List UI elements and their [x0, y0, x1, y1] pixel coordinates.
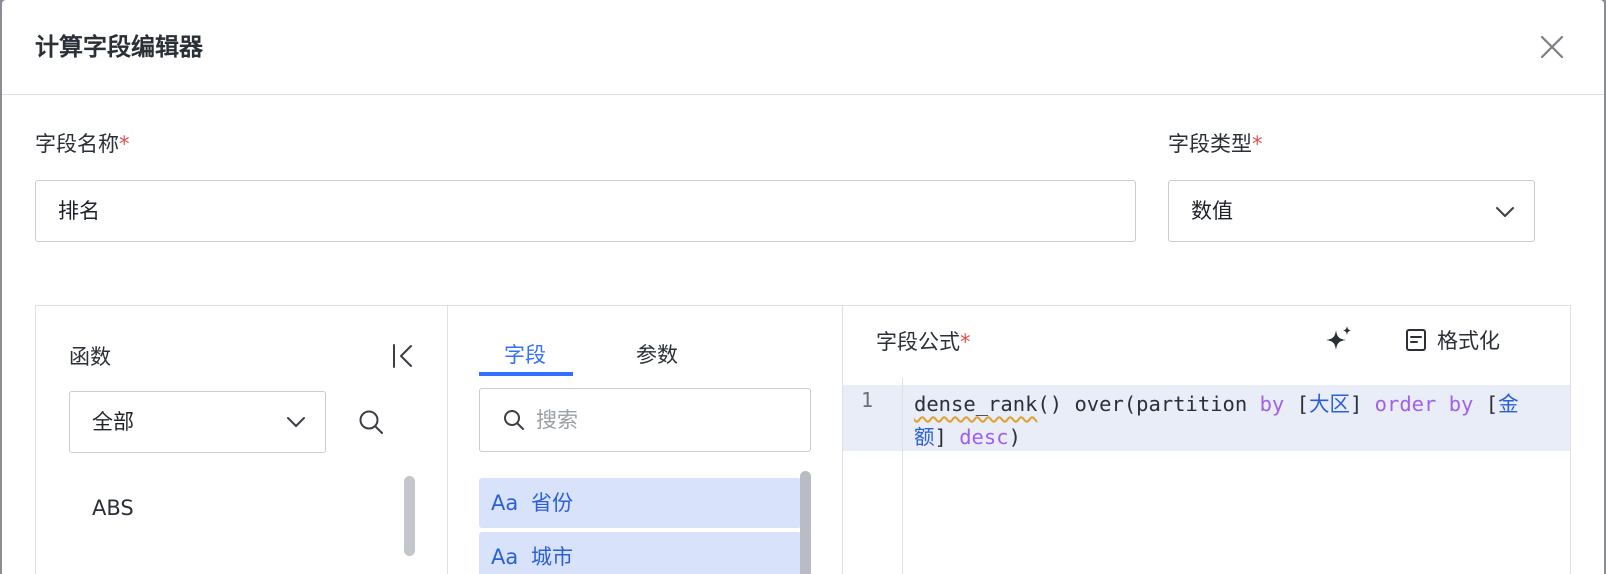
function-title: 函数 [69, 345, 111, 369]
field-list-scrollbar[interactable] [800, 471, 811, 574]
formula-code[interactable]: dense_rank() over(partition by [大区] orde… [914, 388, 1544, 454]
function-item[interactable]: ABS [92, 496, 134, 520]
code-text: ] [1349, 392, 1375, 416]
required-mark: * [119, 132, 130, 156]
text-type-icon: Aa [491, 491, 519, 515]
chevron-down-icon [287, 417, 305, 427]
code-keyword: by [1448, 392, 1474, 416]
line-number: 1 [861, 388, 874, 412]
code-field-ref: 大区 [1308, 392, 1350, 416]
field-name-label: 字段名称* [35, 129, 130, 159]
required-mark: * [1252, 132, 1263, 156]
tab-fields[interactable]: 字段 [504, 339, 546, 369]
document-format-icon [1406, 329, 1426, 351]
field-name-label-text: 字段名称 [35, 132, 119, 156]
formula-column: 字段公式* 格式化 1 dense_rank() over(partition … [843, 306, 1570, 574]
field-item-province[interactable]: Aa 省份 [479, 478, 801, 528]
search-icon[interactable] [357, 408, 385, 436]
field-type-select[interactable]: 数值 [1168, 180, 1535, 242]
sparkle-ai-icon[interactable] [1323, 324, 1355, 356]
code-text: () over(partition [1037, 392, 1260, 416]
chevron-down-icon [1496, 207, 1514, 217]
close-icon[interactable] [1537, 32, 1567, 62]
field-search-input[interactable]: 搜索 [479, 388, 811, 452]
collapse-panel-icon[interactable] [391, 342, 417, 370]
text-type-icon: Aa [491, 545, 519, 569]
field-type-value: 数值 [1191, 199, 1233, 223]
code-text: ) [1008, 425, 1021, 449]
code-text: ] [934, 425, 960, 449]
code-function: dense_rank [914, 392, 1038, 416]
formula-title: 字段公式* [876, 326, 971, 356]
tab-parameters[interactable]: 参数 [636, 339, 678, 369]
required-mark: * [960, 330, 971, 354]
field-type-label-text: 字段类型 [1168, 132, 1252, 156]
search-icon [504, 410, 524, 430]
calculated-field-dialog: 计算字段编辑器 字段名称* 排名 字段类型* 数值 函数 全部 ABS 字段 参… [2, 0, 1604, 574]
code-text: [ [1284, 392, 1309, 416]
active-tab-indicator [479, 372, 573, 376]
format-button[interactable]: 格式化 [1405, 325, 1500, 357]
line-number-gutter: 1 [843, 378, 903, 574]
dialog-title: 计算字段编辑器 [35, 33, 203, 61]
formula-title-text: 字段公式 [876, 330, 960, 354]
function-column: 函数 全部 ABS [36, 306, 448, 574]
field-name-input[interactable]: 排名 [35, 180, 1136, 242]
function-list-scrollbar[interactable] [404, 476, 415, 556]
editor-panel: 函数 全部 ABS 字段 参数 搜索 Aa 省份 Aa 城市 字段公式* 格式化… [35, 305, 1571, 574]
code-keyword: desc [959, 425, 1009, 449]
code-keyword: by [1259, 392, 1285, 416]
dialog-header: 计算字段编辑器 [2, 0, 1604, 95]
field-item-city[interactable]: Aa 城市 [479, 532, 801, 574]
field-item-label: 省份 [531, 491, 573, 515]
code-text: [ [1473, 392, 1499, 416]
field-type-label: 字段类型* [1168, 129, 1263, 159]
formula-code-editor[interactable]: 1 dense_rank() over(partition by [大区] or… [843, 378, 1570, 574]
code-keyword: order [1374, 392, 1437, 416]
fields-column: 字段 参数 搜索 Aa 省份 Aa 城市 [448, 306, 843, 574]
search-placeholder: 搜索 [536, 408, 578, 432]
field-item-label: 城市 [531, 545, 573, 569]
format-label: 格式化 [1437, 329, 1500, 353]
function-category-select[interactable]: 全部 [69, 391, 326, 453]
function-category-value: 全部 [92, 410, 134, 434]
